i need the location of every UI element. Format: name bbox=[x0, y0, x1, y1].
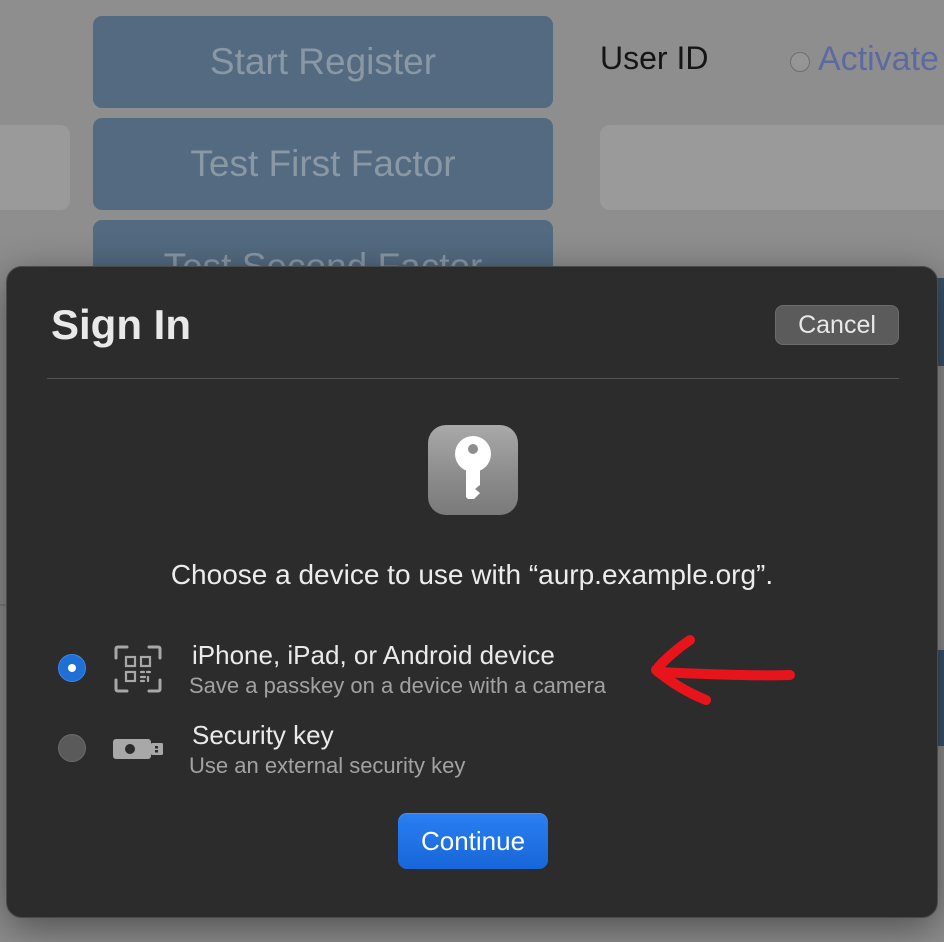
activate-link[interactable]: Activate bbox=[818, 40, 939, 79]
left-input-field[interactable] bbox=[0, 125, 70, 210]
qr-code-icon bbox=[113, 644, 163, 699]
annotation-arrow bbox=[640, 622, 800, 717]
key-icon bbox=[428, 425, 518, 515]
security-key-subtitle: Use an external security key bbox=[189, 753, 466, 778]
activate-radio[interactable] bbox=[790, 52, 810, 72]
security-key-title: Security key bbox=[192, 720, 334, 750]
usb-key-icon bbox=[113, 737, 165, 766]
dialog-title: Sign In bbox=[51, 301, 191, 348]
test-first-factor-button[interactable]: Test First Factor bbox=[93, 118, 553, 210]
user-id-label: User ID bbox=[600, 40, 709, 76]
cancel-button[interactable]: Cancel bbox=[775, 305, 899, 345]
security-key-radio[interactable] bbox=[58, 734, 86, 762]
phone-device-subtitle: Save a passkey on a device with a camera bbox=[189, 673, 607, 698]
start-register-button[interactable]: Start Register bbox=[93, 16, 553, 108]
continue-button[interactable]: Continue bbox=[398, 813, 548, 869]
test-second-factor-button[interactable]: Test Second Factor bbox=[93, 220, 553, 266]
divider bbox=[47, 378, 899, 379]
phone-device-title: iPhone, iPad, or Android device bbox=[192, 640, 555, 670]
sign-in-dialog: Sign In Cancel Choose a device to use wi… bbox=[6, 266, 938, 918]
user-id-input[interactable] bbox=[600, 125, 944, 210]
prompt-text: Choose a device to use with “aurp.exampl… bbox=[170, 559, 774, 590]
phone-device-radio[interactable] bbox=[58, 654, 86, 682]
